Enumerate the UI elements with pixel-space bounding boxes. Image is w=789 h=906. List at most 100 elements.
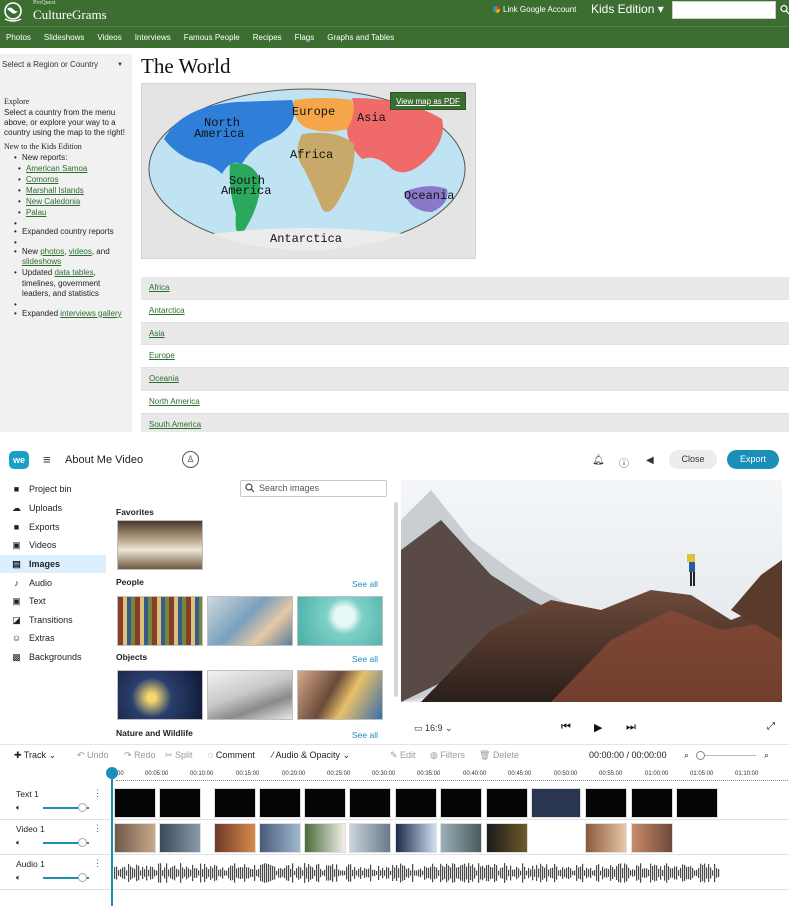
video-clip[interactable] [440,823,482,853]
nav-photos[interactable]: Photos [6,33,31,42]
delete-button[interactable]: 🗑︎ Delete [479,750,519,761]
link-interviews-gallery[interactable]: interviews gallery [60,309,121,318]
sidebar-item-audio[interactable]: ♪ Audio [0,574,106,592]
kebab-menu-icon[interactable]: ⋮ [93,823,102,834]
text-clip[interactable] [159,788,201,818]
bell-icon[interactable]: 🔔︎ [592,455,605,466]
kebab-menu-icon[interactable]: ⋮ [93,858,102,869]
region-link-asia[interactable]: Asia [149,329,165,338]
track-lane-audio1[interactable] [111,856,789,890]
link-photos[interactable]: photos [40,247,64,256]
play-icon[interactable]: ▶ [594,721,602,734]
skip-back-icon[interactable]: ⏮ [561,721,571,734]
text-clip[interactable] [631,788,673,818]
region-link-south-america[interactable]: South America [149,420,201,429]
image-thumb-book[interactable] [117,520,203,570]
text-clip[interactable] [259,788,301,818]
link-data-tables[interactable]: data tables [54,268,93,277]
text-clip[interactable] [214,788,256,818]
help-icon[interactable]: ⓘ [619,455,629,470]
skip-forward-icon[interactable]: ⏭ [626,721,636,734]
nav-recipes[interactable]: Recipes [253,33,282,42]
video-preview[interactable] [401,480,782,702]
nav-graphs-tables[interactable]: Graphs and Tables [327,33,394,42]
sidebar-item-images[interactable]: ▤ Images [0,555,106,573]
nav-famous-people[interactable]: Famous People [184,33,240,42]
text-clip[interactable] [676,788,718,818]
comment-button[interactable]: ◌ Comment [208,750,255,760]
sidebar-item-uploads[interactable]: ☁ Uploads [0,499,106,517]
video-clip[interactable] [585,823,627,853]
video-clip[interactable] [214,823,256,853]
link-american-samoa[interactable]: American Samoa [26,164,87,173]
close-button[interactable]: Close [669,450,717,469]
link-slideshows[interactable]: slideshows [22,257,61,266]
region-link-europe[interactable]: Europe [149,351,175,360]
volume-icon[interactable]: 🔈︎ [16,873,21,883]
edit-button[interactable]: ✎ Edit [390,750,416,761]
link-videos[interactable]: videos [69,247,92,256]
volume-icon[interactable]: 🔈︎ [16,838,21,848]
volume-slider-handle[interactable] [78,803,87,812]
brand-name[interactable]: CultureGrams [33,7,107,23]
kebab-menu-icon[interactable]: ⋮ [93,788,102,799]
nav-flags[interactable]: Flags [295,33,315,42]
wevideo-logo[interactable]: we [9,451,29,469]
sidebar-item-project-bin[interactable]: ■ Project bin [0,480,106,498]
sidebar-item-transitions[interactable]: ◪ Transitions [0,611,106,629]
export-button[interactable]: Export [727,450,779,469]
text-clip[interactable] [304,788,346,818]
playhead-handle[interactable] [106,767,118,779]
filters-button[interactable]: ◍ Filters [430,750,465,761]
text-clip[interactable] [349,788,391,818]
nav-slideshows[interactable]: Slideshows [44,33,84,42]
image-panel-scrollbar[interactable] [394,502,398,697]
text-clip[interactable] [114,788,156,818]
sidebar-item-videos[interactable]: ▣ Videos [0,536,106,554]
video-clip[interactable] [486,823,528,853]
audio-opacity-button[interactable]: ⁄ Audio & Opacity ⌄ [272,750,350,761]
zoom-in-icon[interactable]: ⌕ [764,750,769,761]
globe-icon[interactable] [2,1,24,23]
region-link-oceania[interactable]: Oceania [149,374,179,383]
video-clip[interactable] [349,823,391,853]
aspect-ratio-dropdown[interactable]: ▭ 16:9 ⌄ [414,723,453,734]
timeline-ruler[interactable]: 00 00:05:00 00:10:00 00:15:00 00:20:00 0… [0,768,789,782]
track-name[interactable]: Video 1 [16,824,45,834]
megaphone-icon[interactable]: ◀︎ [646,455,654,466]
video-clip[interactable] [259,823,301,853]
region-link-antarctica[interactable]: Antarctica [149,306,185,315]
link-marshall-islands[interactable]: Marshall Islands [26,186,84,195]
link-new-caledonia[interactable]: New Caledonia [26,197,80,206]
see-all-nature-link[interactable]: See all [352,730,378,740]
track-lane-text1[interactable] [111,786,789,820]
image-thumb-meeting[interactable] [207,596,293,646]
link-palau[interactable]: Palau [26,208,46,217]
region-link-north-america[interactable]: North America [149,397,200,406]
volume-slider-handle[interactable] [78,838,87,847]
chevron-down-icon[interactable]: ▼ [117,62,123,68]
image-thumb-kids-tablet[interactable] [297,670,383,720]
see-all-people-link[interactable]: See all [352,579,378,589]
add-track-button[interactable]: ✚ Track ⌄ [14,750,56,761]
video-clip[interactable] [159,823,201,853]
region-country-select[interactable]: Select a Region or Country [0,56,128,74]
zoom-out-icon[interactable]: ⌕ [684,750,689,761]
sidebar-item-exports[interactable]: ■ Exports [0,518,106,536]
video-clip[interactable] [114,823,156,853]
image-thumb-library[interactable] [117,596,203,646]
search-icon[interactable] [780,4,789,16]
sidebar-item-text[interactable]: ▣ Text [0,592,106,610]
volume-icon[interactable]: 🔈︎ [16,803,21,813]
track-lane-video1[interactable] [111,821,789,855]
text-clip[interactable] [585,788,627,818]
image-thumb-lightbulb[interactable] [297,596,383,646]
sidebar-item-backgrounds[interactable]: ▩ Backgrounds [0,648,106,666]
image-thumb-laptop[interactable] [207,670,293,720]
fullscreen-icon[interactable]: ⤢ [767,721,775,732]
sidebar-item-extras[interactable]: ☺ Extras [0,629,106,647]
volume-slider-handle[interactable] [78,873,87,882]
zoom-slider-handle[interactable] [696,751,705,760]
video-clip[interactable] [304,823,346,853]
project-name[interactable]: About Me Video [65,454,143,466]
